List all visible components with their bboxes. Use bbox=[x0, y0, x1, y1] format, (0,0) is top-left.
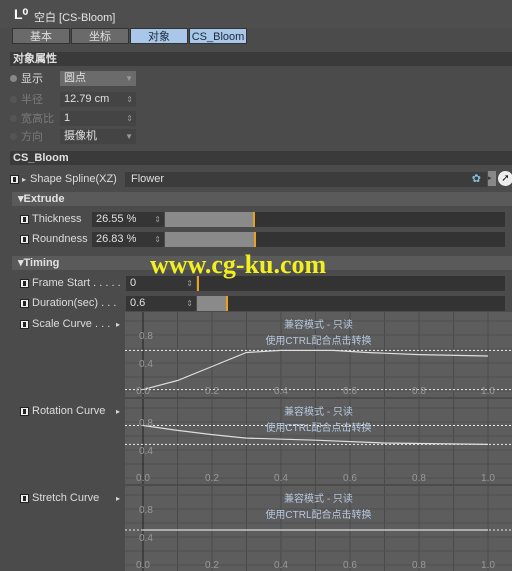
x-tick-label: 0.2 bbox=[205, 473, 219, 484]
x-tick-label: 0.8 bbox=[412, 473, 426, 484]
spline-icon: ✿ bbox=[471, 172, 481, 185]
x-tick-label: 1.0 bbox=[481, 473, 495, 484]
duration-slider[interactable] bbox=[197, 295, 505, 311]
keyframe-icon[interactable] bbox=[20, 493, 29, 503]
curve-row: Stretch Curve ▸ bbox=[20, 490, 120, 506]
radius-row: 半径 12.79 cm ⇕ bbox=[10, 91, 136, 107]
shape-spline-label: Shape Spline(XZ) bbox=[30, 173, 117, 185]
x-tick-label: 0.4 bbox=[274, 386, 288, 397]
x-tick-label: 0.2 bbox=[205, 386, 219, 397]
x-tick-label: 0.6 bbox=[343, 473, 357, 484]
roundness-slider[interactable] bbox=[165, 231, 505, 247]
readonly-note: 兼容模式 - 只读 bbox=[284, 494, 353, 505]
orient-label: 方向 bbox=[21, 131, 43, 143]
orient-row: 方向 摄像机 ▼ bbox=[10, 128, 136, 144]
aspect-row: 宽高比 1 ⇕ bbox=[10, 110, 136, 126]
watermark: www.cg-ku.com bbox=[150, 250, 327, 279]
curve-label: Stretch Curve bbox=[32, 492, 100, 504]
cs-bloom-header: CS_Bloom bbox=[10, 151, 512, 165]
ctrl-hint: 使用CTRL配合点击转换 bbox=[265, 510, 372, 521]
x-tick-label: 0.0 bbox=[136, 473, 150, 484]
y-tick-label: 0.4 bbox=[139, 446, 153, 457]
x-tick-label: 0.2 bbox=[205, 560, 219, 571]
keyframe-icon[interactable] bbox=[20, 406, 29, 416]
thickness-slider[interactable] bbox=[165, 211, 505, 227]
duration-row: Duration(sec) . . . 0.6 ⇕ bbox=[20, 295, 505, 311]
display-label: 显示 bbox=[21, 73, 43, 85]
shape-spline-link[interactable]: Flower ✿ bbox=[125, 171, 487, 187]
thickness-field[interactable]: 26.55 % ⇕ bbox=[92, 211, 164, 227]
curve-row: Rotation Curve ▸ bbox=[20, 403, 120, 419]
curve-label: Rotation Curve bbox=[32, 405, 106, 417]
display-select[interactable]: 圆点 ▼ bbox=[60, 70, 136, 86]
x-tick-label: 0.4 bbox=[274, 473, 288, 484]
roundness-row: Roundness 26.83 % ⇕ bbox=[20, 231, 505, 247]
anim-radio-icon[interactable] bbox=[10, 74, 17, 82]
radius-field[interactable]: 12.79 cm ⇕ bbox=[60, 91, 136, 107]
radius-label: 半径 bbox=[21, 94, 43, 106]
expand-arrow-icon[interactable]: ▸ bbox=[116, 407, 120, 416]
readonly-note: 兼容模式 - 只读 bbox=[284, 407, 353, 418]
thickness-row: Thickness 26.55 % ⇕ bbox=[20, 211, 505, 227]
keyframe-icon[interactable] bbox=[20, 319, 29, 329]
display-row: 显示 圆点 ▼ bbox=[10, 70, 136, 86]
x-tick-label: 1.0 bbox=[481, 386, 495, 397]
x-tick-label: 0.0 bbox=[136, 386, 150, 397]
x-tick-label: 0.8 bbox=[412, 386, 426, 397]
keyframe-icon[interactable] bbox=[20, 278, 29, 288]
ctrl-hint: 使用CTRL配合点击转换 bbox=[265, 336, 372, 347]
keyframe-icon[interactable] bbox=[20, 214, 29, 224]
chevron-down-icon: ▼ bbox=[125, 73, 133, 83]
thickness-label: Thickness bbox=[32, 213, 82, 225]
tab-coord[interactable]: 坐标 bbox=[71, 28, 129, 44]
object-props-header: 对象属性 bbox=[10, 52, 512, 66]
tab-basic[interactable]: 基本 bbox=[12, 28, 70, 44]
curve-editor[interactable]: 0.0 0.2 0.4 0.6 0.8 1.0 0.4 0.8 兼容模式 - 只读 使用CTRL配… bbox=[125, 399, 512, 484]
x-tick-label: 0.6 bbox=[343, 386, 357, 397]
shape-spline-row: ▸ Shape Spline(XZ) Flower ✿ ▸ ➚ bbox=[10, 171, 512, 187]
curve-row: Scale Curve . . . ▸ bbox=[20, 316, 120, 332]
window-title: 空白 [CS-Bloom] bbox=[34, 12, 116, 24]
frame-start-row: Frame Start . . . . . 0 ⇕ bbox=[20, 275, 505, 291]
keyframe-icon[interactable] bbox=[20, 298, 29, 308]
null-object-icon: L⁰ bbox=[14, 6, 29, 22]
keyframe-icon[interactable] bbox=[20, 234, 29, 244]
aspect-label: 宽高比 bbox=[21, 113, 54, 125]
pick-cursor-icon[interactable]: ➚ bbox=[498, 171, 512, 186]
title-bar: L⁰ 空白 [CS-Bloom] bbox=[0, 0, 512, 28]
aspect-field[interactable]: 1 ⇕ bbox=[60, 110, 136, 126]
ctrl-hint: 使用CTRL配合点击转换 bbox=[265, 423, 372, 434]
roundness-label: Roundness bbox=[32, 233, 88, 245]
x-tick-label: 0.8 bbox=[412, 560, 426, 571]
x-tick-label: 0.0 bbox=[136, 560, 150, 571]
y-tick-label: 0.4 bbox=[139, 359, 153, 370]
link-menu-arrow[interactable]: ▸ bbox=[488, 171, 496, 186]
roundness-field[interactable]: 26.83 % ⇕ bbox=[92, 231, 164, 247]
curve-label: Scale Curve . . . bbox=[32, 318, 111, 330]
tab-cs-bloom[interactable]: CS_Bloom bbox=[189, 28, 247, 44]
frame-start-label: Frame Start . . . . . bbox=[32, 277, 121, 289]
duration-label: Duration(sec) . . . bbox=[32, 297, 117, 309]
curve-editor[interactable]: 0.0 0.2 0.4 0.6 0.8 1.0 0.4 0.8 兼容模式 - 只读 使用CTRL配… bbox=[125, 486, 512, 571]
duration-field[interactable]: 0.6 ⇕ bbox=[126, 295, 196, 311]
curve-editor[interactable]: 0.0 0.2 0.4 0.6 0.8 1.0 0.4 0.8 兼容模式 - 只读 使用CTRL配… bbox=[125, 312, 512, 397]
tab-bar: 基本 坐标 对象 CS_Bloom bbox=[12, 28, 247, 44]
expand-arrow-icon[interactable]: ▸ bbox=[116, 494, 120, 503]
x-tick-label: 1.0 bbox=[481, 560, 495, 571]
x-tick-label: 0.4 bbox=[274, 560, 288, 571]
tab-object[interactable]: 对象 bbox=[130, 28, 188, 44]
extrude-header[interactable]: ▾Extrude bbox=[12, 192, 512, 206]
y-tick-label: 0.4 bbox=[139, 533, 153, 544]
readonly-note: 兼容模式 - 只读 bbox=[284, 320, 353, 331]
expand-arrow-icon[interactable]: ▸ bbox=[116, 320, 120, 329]
x-tick-label: 0.6 bbox=[343, 560, 357, 571]
keyframe-icon[interactable] bbox=[10, 174, 19, 184]
orient-select[interactable]: 摄像机 ▼ bbox=[60, 128, 136, 144]
